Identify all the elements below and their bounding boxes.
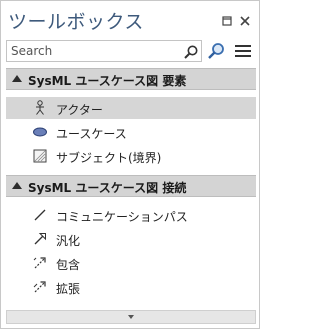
use-case-icon xyxy=(32,124,48,140)
toolbox-item-label: 拡張 xyxy=(56,282,81,296)
toolbox-item-include[interactable]: 包含 xyxy=(6,252,256,274)
scroll-down-button[interactable] xyxy=(6,310,256,324)
panel-title: ツールボックス xyxy=(8,11,144,33)
group-label: SysML ユースケース図 要素 xyxy=(28,74,187,88)
search-icon[interactable] xyxy=(183,44,199,60)
toolbox-item-generalization[interactable]: 汎化 xyxy=(6,228,256,250)
generalization-icon xyxy=(32,231,48,247)
collapse-triangle-icon[interactable] xyxy=(12,182,22,189)
search-row xyxy=(6,40,256,62)
toolbox-item-actor[interactable]: アクター xyxy=(6,97,256,119)
toolbox-item-communication-path[interactable]: コミュニケーションパス xyxy=(6,204,256,226)
find-icon[interactable] xyxy=(206,41,226,61)
pin-icon[interactable] xyxy=(220,14,234,28)
toolbox-item-subject-boundary[interactable]: サブジェクト(境界) xyxy=(6,145,256,167)
toolbox-item-extend[interactable]: 拡張 xyxy=(6,276,256,298)
title-bar: ツールボックス xyxy=(1,1,259,39)
close-icon[interactable] xyxy=(238,14,252,28)
toolbox-item-label: コミュニケーションパス xyxy=(56,210,188,224)
toolbox-item-label: 包含 xyxy=(56,258,81,272)
toolbox-panel: ツールボックス SysML ユースケース図 要素 xyxy=(0,0,260,329)
collapse-triangle-icon[interactable] xyxy=(12,75,22,82)
communication-path-icon xyxy=(32,207,48,223)
toolbox-item-label: サブジェクト(境界) xyxy=(56,151,162,165)
toolbox-item-label: アクター xyxy=(56,103,103,117)
toolbox-item-use-case[interactable]: ユースケース xyxy=(6,121,256,143)
search-input[interactable] xyxy=(11,43,179,59)
include-icon xyxy=(32,255,48,271)
extend-icon xyxy=(32,279,48,295)
subject-boundary-icon xyxy=(32,148,48,164)
toolbox-item-label: ユースケース xyxy=(56,127,127,141)
group-header-usecase-elements[interactable]: SysML ユースケース図 要素 xyxy=(6,68,256,90)
group-header-usecase-connectors[interactable]: SysML ユースケース図 接続 xyxy=(6,175,256,197)
search-box xyxy=(6,40,202,62)
actor-icon xyxy=(32,100,48,116)
menu-icon[interactable] xyxy=(234,43,252,59)
chevron-down-icon xyxy=(128,315,134,319)
toolbox-item-label: 汎化 xyxy=(56,234,81,248)
toolbox-content: SysML ユースケース図 要素 アクター ユースケース サブジェクト(境界) … xyxy=(6,68,256,308)
group-label: SysML ユースケース図 接続 xyxy=(28,181,187,195)
